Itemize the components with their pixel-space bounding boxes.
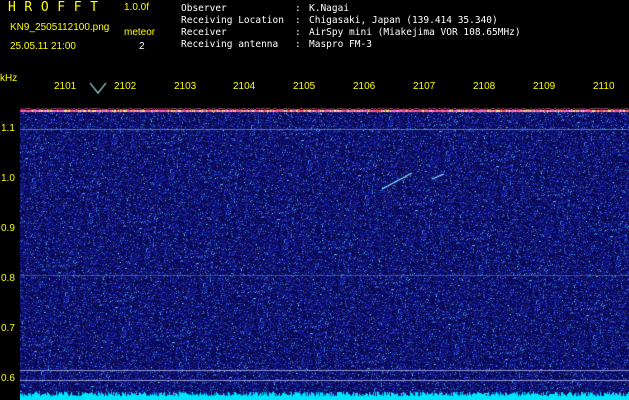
x-tick-label: 2105 xyxy=(293,81,316,92)
station-info: Observer: K.Nagai Receiving Location: Chig… xyxy=(181,3,521,51)
info-value: Chigasaki, Japan (139.414 35.340) xyxy=(309,15,498,26)
info-key: Receiver xyxy=(181,27,227,38)
y-tick-label: 0.9 xyxy=(1,223,15,234)
info-row-observer: Observer: K.Nagai xyxy=(181,3,521,15)
info-key: Observer xyxy=(181,3,227,14)
app-version: 1.0.0f xyxy=(124,2,150,13)
x-tick-label: 2110 xyxy=(593,81,615,92)
y-tick-label: 1.0 xyxy=(1,173,15,184)
info-key: Receiving Location xyxy=(181,15,284,26)
info-value: K.Nagai xyxy=(309,3,350,14)
mode-value: 2 xyxy=(139,41,145,52)
x-tick-label: 2109 xyxy=(533,81,556,92)
x-tick-label: 2104 xyxy=(233,81,256,92)
info-separator: : xyxy=(295,3,301,14)
app-title: HROFFT xyxy=(8,0,107,15)
y-tick-label: 1.1 xyxy=(1,123,15,134)
info-separator: : xyxy=(295,15,301,26)
x-tick-label: 2106 xyxy=(353,81,376,92)
info-row-receiver: Receiver: AirSpy mini (Miakejima VOR 108.… xyxy=(181,27,521,39)
info-row-antenna: Receiving antenna: Maspro FM-3 xyxy=(181,39,521,51)
info-value: AirSpy mini (Miakejima VOR 108.65MHz) xyxy=(309,27,521,38)
info-separator: : xyxy=(295,39,301,50)
file-name: KN9_2505112100.png xyxy=(10,22,110,33)
spectrogram-canvas xyxy=(20,75,629,400)
x-tick-label: 2102 xyxy=(114,81,137,92)
mode-label: meteor xyxy=(124,27,156,38)
info-value: Maspro FM-3 xyxy=(309,39,372,50)
x-tick-label: 2108 xyxy=(473,81,496,92)
x-tick-label: 2103 xyxy=(174,81,197,92)
y-tick-label: 0.8 xyxy=(1,273,15,284)
y-axis-unit: kHz xyxy=(0,73,18,84)
header-panel: HROFFT 1.0.0f KN9_2505112100.png meteor … xyxy=(0,0,629,75)
y-tick-label: 0.6 xyxy=(1,373,15,384)
info-row-location: Receiving Location: Chigasaki, Japan (139… xyxy=(181,15,521,27)
x-tick-label: 2101 xyxy=(54,81,77,92)
x-tick-label: 2107 xyxy=(413,81,436,92)
info-key: Receiving antenna xyxy=(181,39,279,50)
y-tick-label: 0.7 xyxy=(1,323,15,334)
date-time: 25.05.11 21:00 xyxy=(10,41,76,52)
info-separator: : xyxy=(295,27,301,38)
